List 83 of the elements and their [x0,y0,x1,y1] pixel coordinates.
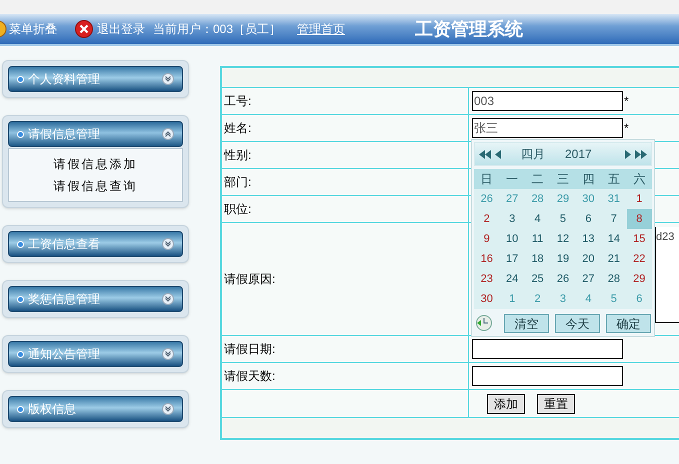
calendar-day[interactable]: 27 [576,269,602,289]
weekday-label: 一 [505,171,520,188]
date-picker-button[interactable]: 确定 [606,314,651,332]
calendar-day[interactable]: 7 [601,209,627,229]
chevron-down-icon [162,73,174,85]
text-field[interactable] [472,366,623,386]
year-label[interactable]: 2017 [565,145,592,163]
form-button[interactable]: 重置 [537,394,575,414]
calendar-day[interactable]: 15 [626,229,652,249]
calendar-day[interactable]: 11 [524,229,550,249]
calendar-day[interactable]: 5 [550,209,576,229]
calendar-day[interactable]: 26 [550,269,576,289]
calendar-day[interactable]: 2 [474,209,500,229]
bullet-icon [17,406,24,412]
current-user-text: 当前用户：003［员工］ [153,21,282,38]
close-icon[interactable] [75,20,93,38]
calendar-day[interactable]: 21 [601,249,627,269]
required-mark: * [624,93,629,110]
date-picker-button[interactable]: 今天 [555,314,600,332]
logout-link[interactable]: 退出登录 [97,20,145,38]
field-label: 职位: [224,201,252,218]
calendar-day[interactable]: 18 [524,249,550,269]
calendar-day[interactable]: 9 [474,229,500,249]
weekday-label: 三 [556,171,570,188]
chevron-down-icon [162,403,174,415]
chevron-up-icon [162,128,174,140]
textarea-field[interactable]: d23 [655,227,679,323]
field-label: 请假原因: [224,271,276,288]
bullet-icon [17,240,24,248]
chevron-down-icon [162,293,174,305]
field-label: 请假天数: [224,368,276,385]
submenu-item[interactable]: 请假信息查询 [54,175,138,197]
calendar-day[interactable]: 3 [499,209,525,229]
calendar-day[interactable]: 6 [576,209,602,229]
weekday-label: 五 [606,171,621,188]
weekday-label: 日 [480,171,494,188]
bullet-icon [17,350,24,358]
bullet-icon [17,296,24,302]
month-label[interactable]: 四月 [521,145,545,163]
calendar-day[interactable]: 4 [524,209,550,229]
calendar-day[interactable]: 1 [626,189,652,209]
calendar-day[interactable]: 17 [499,249,525,269]
calendar-day[interactable]: 19 [550,249,576,269]
bullet-icon [17,76,24,82]
next-year-icon[interactable] [635,150,647,158]
weekday-label: 六 [632,171,646,188]
date-picker-button[interactable]: 清空 [504,314,549,332]
weekday-label: 四 [581,171,596,188]
calendar-day[interactable]: 29 [626,269,652,289]
calendar-day[interactable]: 16 [474,249,500,269]
prev-year-icon[interactable] [479,150,491,158]
clock-icon[interactable] [475,314,493,332]
weekday-label: 二 [530,171,545,188]
calendar-day[interactable]: 13 [576,229,602,249]
next-month-icon[interactable] [625,150,631,158]
system-title: 工资管理系统 [415,18,524,40]
calendar-day[interactable]: 23 [474,269,500,289]
calendar-day[interactable]: 22 [626,249,652,269]
form-button[interactable]: 添加 [487,394,525,414]
calendar-day[interactable]: 20 [576,249,602,269]
submenu-item[interactable]: 请假信息添加 [54,153,138,175]
chevron-down-icon [162,238,174,250]
field-label: 性别: [224,147,252,164]
calendar-day[interactable]: 10 [499,229,525,249]
text-field[interactable]: 003 [472,91,623,111]
calendar-day[interactable]: 30 [474,289,500,309]
required-mark: * [624,120,629,137]
chevron-down-icon [162,348,174,360]
text-field[interactable] [472,339,623,359]
calendar-day[interactable]: 28 [601,269,627,289]
calendar-day[interactable]: 12 [550,229,576,249]
field-label: 部门: [224,174,252,191]
field-label: 工号: [224,93,252,110]
bullet-icon [17,130,24,138]
field-label: 请假日期: [224,341,276,358]
calendar-day[interactable]: 14 [601,229,627,249]
prev-month-icon[interactable] [495,150,501,158]
calendar-day[interactable]: 25 [524,269,550,289]
calendar-day[interactable]: 24 [499,269,525,289]
textarea-text: d23 [656,231,674,243]
field-label: 姓名: [224,120,252,137]
text-field[interactable]: 张三 [472,118,623,138]
calendar-day[interactable]: 8 [626,209,652,229]
